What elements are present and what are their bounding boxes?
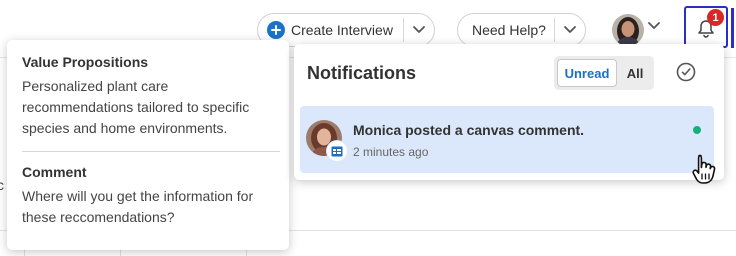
value-propositions-heading: Value Propositions (22, 54, 149, 70)
notification-filter: Unread All (554, 56, 654, 90)
plus-icon (267, 21, 285, 39)
edge-highlight (731, 8, 734, 48)
need-help-menu-button[interactable] (555, 14, 585, 46)
unread-indicator (693, 126, 701, 134)
chevron-down-icon[interactable] (648, 22, 660, 30)
filter-unread-tab[interactable]: Unread (557, 59, 617, 87)
comment-popover: Value Propositions Personalized plant ca… (7, 40, 289, 250)
notification-message: Monica posted a canvas comment. (353, 122, 585, 138)
comment-text: Where will you get the information for t… (22, 188, 254, 225)
need-help-group: Need Help? (457, 13, 586, 47)
notifications-title: Notifications (307, 63, 417, 83)
chevron-down-icon (564, 26, 576, 33)
need-help-button[interactable]: Need Help? (458, 14, 554, 46)
comment-heading: Comment (22, 164, 87, 180)
canvas-icon (327, 141, 347, 161)
hand-cursor-icon (692, 154, 716, 184)
need-help-label: Need Help? (472, 22, 546, 38)
notification-item[interactable]: Monica posted a canvas comment. 2 minute… (300, 106, 714, 173)
user-avatar[interactable] (612, 14, 644, 46)
create-interview-label: Create Interview (291, 22, 393, 38)
notifications-button[interactable]: 1 (684, 6, 728, 48)
check-circle-icon[interactable] (674, 60, 698, 84)
notification-count-badge: 1 (707, 9, 724, 26)
notifications-panel: Notifications Unread All Monica posted a… (294, 44, 724, 180)
popover-divider (22, 151, 280, 152)
notification-time: 2 minutes ago (353, 145, 429, 159)
background-text-fragment: c (0, 177, 4, 193)
filter-all-tab[interactable]: All (619, 59, 651, 87)
value-propositions-text: Personalized plant care recommendations … (22, 78, 250, 136)
chevron-down-icon (413, 26, 425, 33)
create-interview-menu-button[interactable] (404, 14, 434, 46)
